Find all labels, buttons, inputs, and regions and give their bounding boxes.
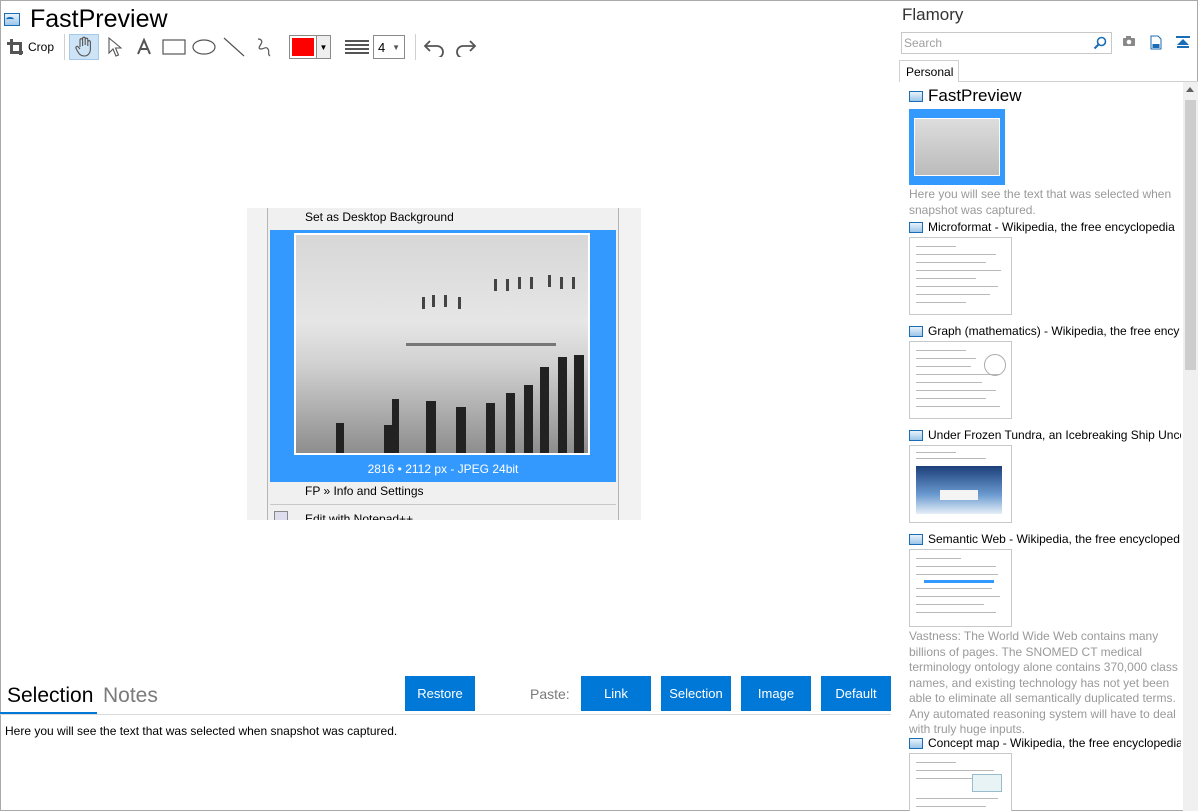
line-width-icon <box>345 38 370 56</box>
paste-selection-button[interactable]: Selection <box>661 676 731 711</box>
toolbar-separator <box>415 34 417 60</box>
freehand-tool-button[interactable] <box>249 34 279 60</box>
crop-label: Crop <box>28 40 55 54</box>
tab-divider <box>0 714 891 715</box>
list-item[interactable]: Microformat - Wikipedia, the free encycl… <box>909 220 1181 315</box>
list-item[interactable]: Under Frozen Tundra, an Icebreaking Ship… <box>909 428 1181 523</box>
list-item[interactable]: Concept map - Wikipedia, the free encycl… <box>909 736 1181 811</box>
fastpreview-app-icon <box>4 12 20 26</box>
rectangle-tool-icon <box>162 39 186 55</box>
snapshot-thumbnail <box>909 237 1012 315</box>
list-item-description: Vastness: The World Wide Web contains ma… <box>909 629 1178 736</box>
selection-text[interactable]: Here you will see the text that was sele… <box>5 724 397 738</box>
chevron-down-icon[interactable]: ▼ <box>316 36 331 58</box>
undo-icon <box>423 40 444 57</box>
crop-icon <box>6 38 24 56</box>
notepad-icon <box>274 511 288 520</box>
scrollbar-thumb[interactable] <box>1185 100 1196 370</box>
select-arrow-button[interactable] <box>99 34 129 60</box>
title-bar: FastPreview <box>4 4 168 34</box>
snapshot-thumbnail <box>909 445 1012 523</box>
paste-link-button[interactable]: Link <box>581 676 651 711</box>
paste-image-button[interactable]: Image <box>741 676 811 711</box>
text-tool-button[interactable] <box>129 34 159 60</box>
paste-default-button[interactable]: Default <box>821 676 891 711</box>
list-item[interactable]: FastPreview Here you will see the text t… <box>909 86 1181 218</box>
list-item-title: Under Frozen Tundra, an Icebreaking Ship… <box>928 428 1181 442</box>
redo-icon <box>456 40 477 57</box>
sidebar-scrollbar[interactable] <box>1183 82 1198 811</box>
image-caption: 2816 • 2112 px - JPEG 24bit <box>367 462 519 476</box>
camera-icon[interactable] <box>1122 35 1136 47</box>
rectangle-tool-button[interactable] <box>159 34 189 60</box>
list-item-title: Graph (mathematics) - Wikipedia, the fre… <box>928 324 1180 338</box>
select-arrow-icon <box>108 36 123 57</box>
chevron-down-icon: ▼ <box>392 42 401 52</box>
ellipse-tool-button[interactable] <box>189 34 219 60</box>
tab-selection[interactable]: Selection <box>7 684 93 708</box>
list-item-title: Microformat - Wikipedia, the free encycl… <box>928 220 1175 234</box>
list-item-title: FastPreview <box>928 86 1022 105</box>
list-item[interactable]: Graph (mathematics) - Wikipedia, the fre… <box>909 324 1181 419</box>
redo-button[interactable] <box>450 34 480 60</box>
menu-item-info-settings: FP » Info and Settings <box>305 484 424 498</box>
search-icon[interactable] <box>1093 36 1107 50</box>
freehand-tool-icon <box>257 38 271 57</box>
collapse-top-icon[interactable] <box>1175 35 1191 49</box>
list-item-title: Semantic Web - Wikipedia, the free encyc… <box>928 532 1180 546</box>
tab-notes[interactable]: Notes <box>103 684 158 708</box>
page-icon <box>909 737 923 749</box>
text-tool-icon <box>137 38 151 55</box>
app-title: FastPreview <box>30 4 168 33</box>
document-icon[interactable] <box>1150 35 1162 50</box>
search-box[interactable] <box>901 32 1112 54</box>
annotation-toolbar: Crop ▼ 4 ▼ <box>4 33 480 61</box>
pan-hand-button[interactable] <box>69 34 100 60</box>
paste-label: Paste: <box>530 686 570 702</box>
snapshot-thumbnail <box>909 549 1012 627</box>
fastpreview-app-icon <box>909 90 923 102</box>
line-width-select[interactable]: 4 ▼ <box>373 35 406 59</box>
toolbar-separator <box>64 34 66 60</box>
restore-button[interactable]: Restore <box>405 676 475 711</box>
list-item-title: Concept map - Wikipedia, the free encycl… <box>928 736 1181 750</box>
line-tool-icon <box>223 37 245 57</box>
snapshot-thumbnail <box>909 341 1012 419</box>
crop-button[interactable]: Crop <box>4 34 60 60</box>
color-swatch <box>292 38 315 56</box>
menu-item-edit-notepad: Edit with Notepad++ <box>305 512 414 520</box>
color-picker[interactable]: ▼ <box>289 35 332 59</box>
ellipse-tool-icon <box>192 39 216 55</box>
list-item-description: Here you will see the text that was sele… <box>909 187 1172 217</box>
tab-personal[interactable]: Personal <box>899 60 959 82</box>
list-item[interactable]: Semantic Web - Wikipedia, the free encyc… <box>909 532 1181 738</box>
snapshot-thumbnail <box>909 109 1005 185</box>
line-tool-button[interactable] <box>219 34 249 60</box>
page-icon <box>909 533 923 545</box>
flamory-title: Flamory <box>902 5 964 24</box>
snapshot-list: FastPreview Here you will see the text t… <box>899 82 1183 811</box>
snapshot-thumbnail <box>909 753 1012 811</box>
page-icon <box>909 325 923 337</box>
context-menu-snapshot: Set as Desktop Background 2816 • 2112 px… <box>267 208 619 520</box>
page-icon <box>909 429 923 441</box>
line-width-value: 4 <box>378 39 386 55</box>
photo-thumbnail <box>294 233 590 455</box>
undo-button[interactable] <box>420 34 450 60</box>
snapshot-preview[interactable]: Set as Desktop Background 2816 • 2112 px… <box>247 208 641 520</box>
search-input[interactable] <box>902 33 1082 53</box>
menu-item-set-desktop: Set as Desktop Background <box>305 210 454 224</box>
menu-divider <box>270 504 616 505</box>
pan-hand-icon <box>75 36 91 57</box>
page-icon <box>909 221 923 233</box>
scroll-up-icon[interactable] <box>1186 87 1194 92</box>
